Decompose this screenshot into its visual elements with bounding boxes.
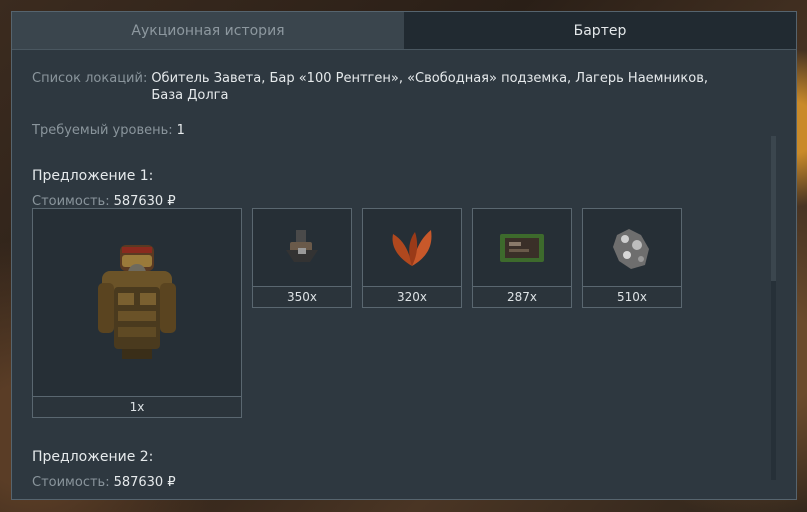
tab-auction-history[interactable]: Аукционная история — [12, 12, 404, 49]
required-level-row: Требуемый уровень: 1 — [32, 122, 185, 139]
armor-suit-icon — [33, 209, 241, 397]
offer-1-items: 1x 350x 320x 287x 510x — [32, 208, 692, 420]
offer-1-item-4[interactable]: 287x — [472, 208, 572, 308]
locations-row: Список локаций: Обитель Завета, Бар «100… — [32, 70, 708, 104]
locations-value: Обитель Завета, Бар «100 Рентген», «Своб… — [151, 70, 708, 104]
offer-2-cost-value: 587630 ₽ — [113, 475, 176, 490]
barter-panel: Аукционная история Бартер Список локаций… — [11, 11, 797, 500]
scrollbar-track[interactable] — [771, 136, 776, 480]
ore-chunk-icon — [583, 209, 681, 287]
offer-1-item-3-qty: 320x — [363, 286, 461, 307]
offer-2-cost: Стоимость: 587630 ₽ — [32, 474, 176, 491]
offer-1-item-2-qty: 350x — [253, 286, 351, 307]
electronic-device-icon — [253, 209, 351, 287]
scrollbar-thumb[interactable] — [771, 281, 776, 480]
offer-2-title: Предложение 2: — [32, 449, 154, 465]
offer-1-title: Предложение 1: — [32, 168, 154, 184]
offer-1-item-4-qty: 287x — [473, 286, 571, 307]
offer-1-item-5-qty: 510x — [583, 286, 681, 307]
offer-1-item-5[interactable]: 510x — [582, 208, 682, 308]
tab-barter[interactable]: Бартер — [404, 12, 796, 49]
barter-content: Список локаций: Обитель Завета, Бар «100… — [12, 50, 796, 499]
locations-label: Список локаций: — [32, 71, 148, 86]
circuit-board-icon — [473, 209, 571, 287]
locations-line-2: База Долга — [151, 88, 229, 103]
tab-bar: Аукционная история Бартер — [12, 12, 796, 50]
required-level-label: Требуемый уровень: — [32, 123, 173, 138]
offer-1-item-2[interactable]: 350x — [252, 208, 352, 308]
red-leaf-icon — [363, 209, 461, 287]
required-level-value: 1 — [176, 123, 185, 138]
offer-2-cost-label: Стоимость: — [32, 475, 110, 490]
offer-1-item-1[interactable]: 1x — [32, 208, 242, 418]
offer-1-item-3[interactable]: 320x — [362, 208, 462, 308]
offer-1-item-1-qty: 1x — [33, 396, 241, 417]
locations-line-1: Обитель Завета, Бар «100 Рентген», «Своб… — [151, 71, 709, 86]
